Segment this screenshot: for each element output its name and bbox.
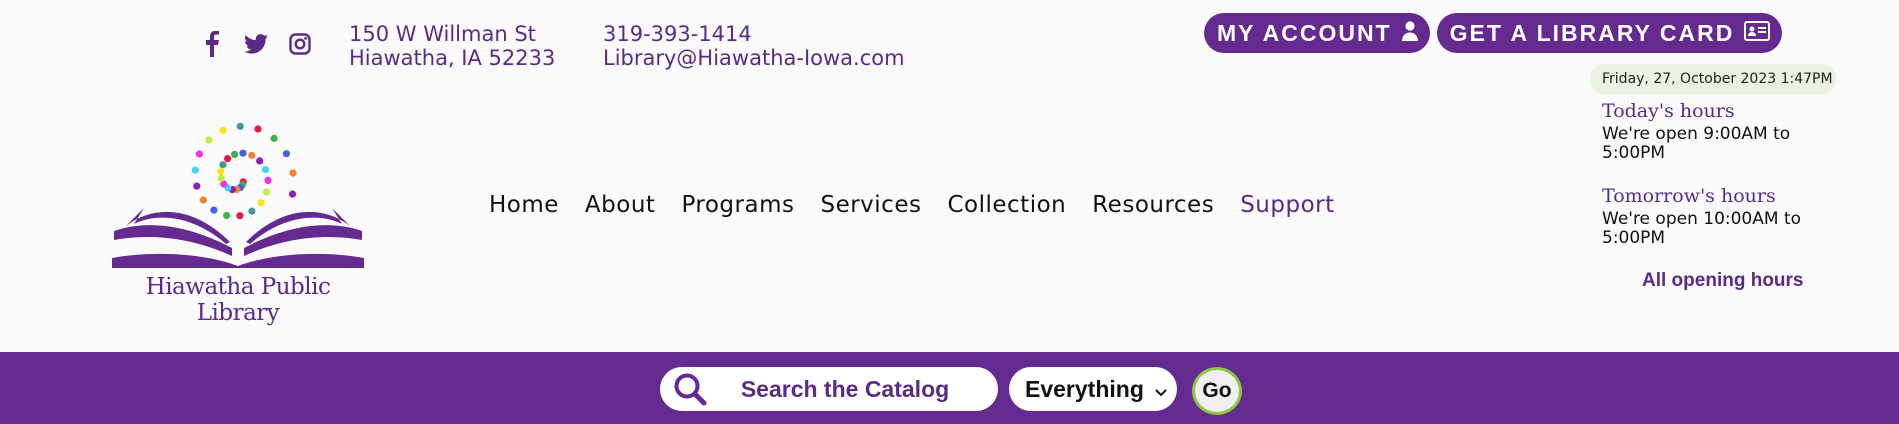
nav-resources[interactable]: Resources <box>1092 192 1214 218</box>
catalog-search-bar: Everything Go <box>0 352 1899 424</box>
nav-programs[interactable]: Programs <box>681 192 794 218</box>
current-date: Friday, 27, October 2023 1:47PM <box>1590 64 1836 94</box>
catalog-search-field[interactable] <box>660 367 998 411</box>
search-scope-value: Everything <box>1025 375 1144 402</box>
nav-about[interactable]: About <box>585 192 656 218</box>
library-card-label: GET A LIBRARY CARD <box>1449 19 1735 46</box>
today-heading: Today's hours <box>1602 100 1735 122</box>
email-link[interactable]: Library@Hiawatha-Iowa.com <box>603 46 905 70</box>
address-line2: Hiawatha, IA 52233 <box>349 46 556 70</box>
user-icon <box>1401 20 1418 47</box>
tomorrow-hours: Tomorrow's hours We're open 10:00AM to 5… <box>1602 185 1862 248</box>
social-links <box>198 30 314 58</box>
search-scope-select[interactable]: Everything <box>1009 367 1177 411</box>
facebook-icon[interactable] <box>198 30 226 58</box>
search-go-button[interactable]: Go <box>1192 367 1242 415</box>
chevron-down-icon <box>1155 376 1167 403</box>
my-account-label: MY ACCOUNT <box>1217 19 1392 46</box>
phone-email: 319-393-1414 Library@Hiawatha-Iowa.com <box>603 22 905 70</box>
library-card-button[interactable]: GET A LIBRARY CARD <box>1436 13 1783 53</box>
id-card-icon <box>1744 20 1771 47</box>
catalog-search-input[interactable] <box>710 375 980 403</box>
logo-graphic <box>112 122 364 268</box>
tomorrow-text: We're open 10:00AM to 5:00PM <box>1602 209 1802 248</box>
today-text: We're open 9:00AM to 5:00PM <box>1602 124 1791 163</box>
phone-link[interactable]: 319-393-1414 <box>603 22 905 46</box>
twitter-icon[interactable] <box>242 30 270 58</box>
nav-services[interactable]: Services <box>820 192 921 218</box>
search-icon <box>670 369 710 409</box>
all-hours-link[interactable]: All opening hours <box>1642 270 1804 292</box>
main-nav: Home About Programs Services Collection … <box>489 192 1335 218</box>
today-hours: Today's hours We're open 9:00AM to 5:00P… <box>1602 100 1862 163</box>
logo-text: Hiawatha Public Library <box>145 274 331 326</box>
instagram-icon[interactable] <box>286 30 314 58</box>
nav-home[interactable]: Home <box>489 192 559 218</box>
account-actions: MY ACCOUNT GET A LIBRARY CARD <box>1204 13 1783 53</box>
nav-collection[interactable]: Collection <box>947 192 1066 218</box>
nav-support[interactable]: Support <box>1240 192 1334 218</box>
address-line1: 150 W Willman St <box>349 22 536 46</box>
tomorrow-heading: Tomorrow's hours <box>1602 185 1776 207</box>
library-logo[interactable]: Hiawatha Public Library <box>106 108 370 326</box>
address: 150 W Willman St Hiawatha, IA 52233 <box>349 22 555 70</box>
my-account-button[interactable]: MY ACCOUNT <box>1204 13 1430 53</box>
